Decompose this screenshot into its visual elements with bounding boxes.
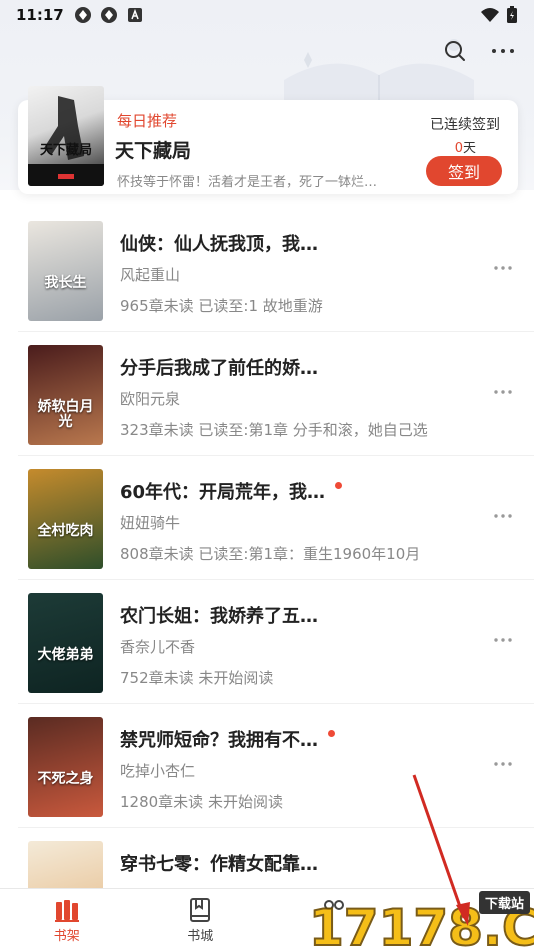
more-icon [494, 762, 512, 766]
book-cover[interactable]: 娇软白月光 [28, 345, 103, 445]
cover-title: 大佬弟弟 [37, 648, 94, 663]
book-progress: 1280章未读 未开始阅读 [120, 793, 283, 811]
watermark-badge: 下载站 [478, 891, 530, 914]
book-cover[interactable]: 不死之身 [28, 717, 103, 817]
font-notification-icon [127, 8, 142, 22]
checkin-days: 0天 [455, 137, 476, 156]
cover-title: 天下藏局 [40, 142, 92, 157]
bookshelf-list: 我长生 仙侠：仙人抚我顶，我… 风起重山 965章未读 已读至:1 故地重游 娇… [0, 208, 534, 950]
battery-icon [507, 6, 517, 23]
book-more-button[interactable] [490, 258, 516, 278]
book-item[interactable]: 全村吃肉 60年代：开局荒年，我… 妞妞骑牛 808章未读 已读至:第1章：重生… [18, 456, 534, 580]
search-icon [445, 41, 465, 61]
more-icon [494, 638, 512, 642]
book-item[interactable]: 不死之身 禁咒师短命？我拥有不… 吃掉小杏仁 1280章未读 未开始阅读 [18, 704, 534, 828]
nav-bookstore-label: 书城 [187, 929, 214, 944]
cover-art: 天下藏局 [28, 96, 104, 186]
more-options-button[interactable] [490, 38, 516, 64]
book-author: 吃掉小杏仁 [120, 762, 196, 780]
book-more-button[interactable] [490, 630, 516, 650]
more-icon [494, 514, 512, 518]
book-more-button[interactable] [490, 382, 516, 402]
book-cover[interactable]: 大佬弟弟 [28, 593, 103, 693]
book-title: 禁咒师短命？我拥有不… [120, 726, 335, 752]
bookshelf-icon [54, 900, 79, 922]
more-icon [494, 390, 512, 394]
book-title: 仙侠：仙人抚我顶，我… [120, 234, 318, 255]
book-progress: 808章未读 已读至:第1章：重生1960年10月 [120, 545, 421, 563]
update-dot [335, 482, 343, 489]
featured-book-cover[interactable]: 天下藏局 [28, 86, 104, 186]
featured-book-title: 天下藏局 [115, 140, 192, 162]
nav-bookstore[interactable]: 书城 [134, 889, 268, 950]
cover-title: 娇软白月光 [37, 400, 94, 431]
update-dot [328, 730, 335, 737]
checkin-button[interactable]: 签到 [426, 156, 502, 186]
featured-book-description: 怀技等于怀雷！活着才是王者，死了一钵烂… [117, 175, 378, 190]
app-notification-icon [74, 7, 91, 23]
search-button[interactable] [442, 38, 468, 64]
more-icon [494, 266, 512, 270]
book-cover[interactable]: 我长生 [28, 221, 103, 321]
cover-title: 不死之身 [37, 772, 94, 787]
daily-recommendation-tag: 每日推荐 [117, 112, 178, 130]
cover-title: 全村吃肉 [37, 524, 94, 539]
book-item[interactable]: 我长生 仙侠：仙人抚我顶，我… 风起重山 965章未读 已读至:1 故地重游 [18, 208, 534, 332]
checkin-days-unit: 天 [462, 141, 476, 156]
daily-recommendation-card[interactable]: 天下藏局 每日推荐 天下藏局 怀技等于怀雷！活着才是王者，死了一钵烂… 已连续签… [18, 86, 518, 194]
cover-title: 我长生 [44, 276, 87, 291]
book-title: 60年代：开局荒年，我… [120, 478, 343, 504]
status-time: 11:17 [16, 6, 64, 24]
wifi-icon [481, 8, 499, 22]
more-icon [492, 49, 514, 53]
book-title: 分手后我成了前任的娇… [120, 358, 318, 379]
checkin-days-count: 0 [454, 141, 463, 156]
status-bar: 11:17 [0, 0, 534, 30]
app-notification-icon [100, 7, 117, 23]
book-more-button[interactable] [490, 506, 516, 526]
book-author: 香奈儿不香 [120, 638, 196, 656]
book-title: 穿书七零：作精女配靠… [120, 854, 318, 875]
book-item[interactable]: 娇软白月光 分手后我成了前任的娇… 欧阳元泉 323章未读 已读至:第1章 分手… [18, 332, 534, 456]
book-progress: 965章未读 已读至:1 故地重游 [120, 297, 323, 315]
nav-bookshelf[interactable]: 书架 [0, 889, 134, 950]
book-title: 农门长姐：我娇养了五… [120, 606, 318, 627]
checkin-status-label: 已连续签到 [430, 117, 500, 133]
book-title-text: 禁咒师短命？我拥有不… [120, 730, 318, 751]
book-author: 妞妞骑牛 [120, 514, 181, 532]
watermark-logo: 17178.COM 下载站 [305, 885, 534, 950]
top-actions [442, 38, 516, 64]
book-author: 欧阳元泉 [120, 390, 181, 408]
book-progress: 752章未读 未开始阅读 [120, 669, 274, 687]
book-more-button[interactable] [490, 754, 516, 774]
book-item[interactable]: 大佬弟弟 农门长姐：我娇养了五… 香奈儿不香 752章未读 未开始阅读 [18, 580, 534, 704]
book-cover[interactable]: 全村吃肉 [28, 469, 103, 569]
nav-bookshelf-label: 书架 [53, 929, 80, 944]
book-author: 风起重山 [120, 266, 181, 284]
book-progress: 323章未读 已读至:第1章 分手和滚，她自己选 [120, 421, 428, 439]
book-title-text: 60年代：开局荒年，我… [120, 482, 326, 503]
book-icon [190, 898, 211, 922]
